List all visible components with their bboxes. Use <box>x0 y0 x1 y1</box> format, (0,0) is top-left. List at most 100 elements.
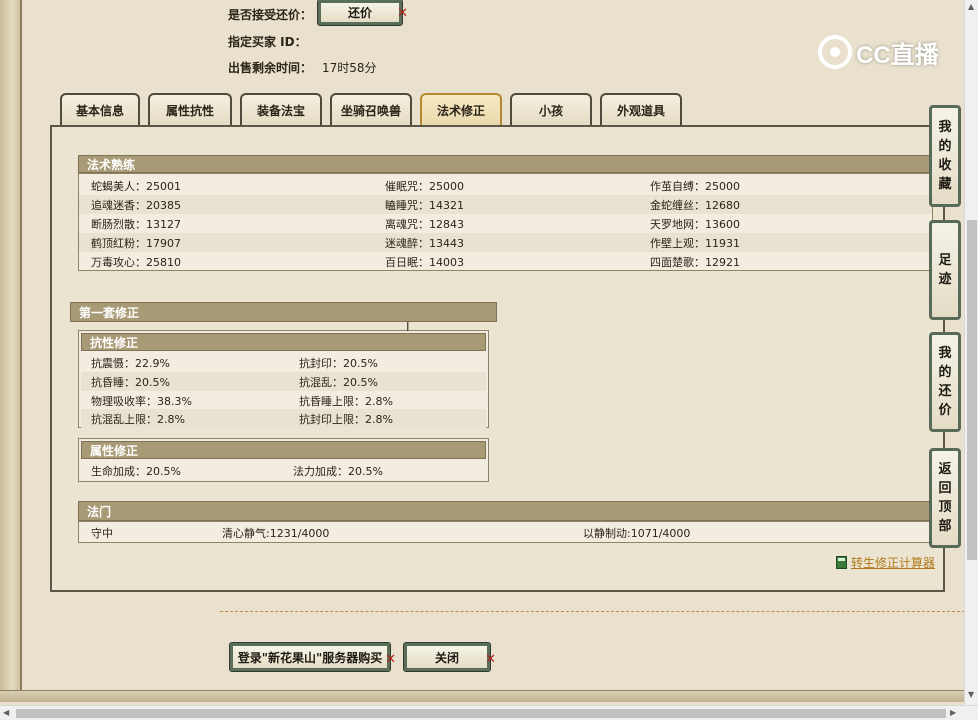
side-char: 还 <box>938 384 952 399</box>
side-char: 我 <box>938 120 952 135</box>
attribute-header: 属性修正 <box>81 441 486 459</box>
school-table: 守中 清心静气:1231/4000 以静制动:1071/4000 <box>78 521 933 543</box>
table-cell: 抗混乱上限：2.8% <box>91 412 185 426</box>
tab-equipment[interactable]: 装备法宝 <box>240 93 322 125</box>
table-cell: 抗混乱：20.5% <box>299 375 378 389</box>
table-cell: 法力加成：20.5% <box>293 464 383 478</box>
tab-mounts-pets[interactable]: 坐骑召唤兽 <box>330 93 412 125</box>
side-char: 足 <box>938 253 952 268</box>
spell-mastery-header: 法术熟练 <box>78 155 933 173</box>
close-button[interactable]: 关闭 ✕ <box>403 642 496 672</box>
tab-children[interactable]: 小孩 <box>510 93 592 125</box>
calculator-link-row: 转生修正计算器 <box>836 554 935 571</box>
side-char: 返 <box>938 462 952 477</box>
rebirth-calculator-link[interactable]: 转生修正计算器 <box>851 554 935 571</box>
close-x-icon: ✕ <box>397 6 408 21</box>
resistance-box: 抗性修正 抗震慑：22.9% 抗封印：20.5% 抗昏睡：20.5% 抗混乱：2… <box>78 330 489 428</box>
side-char: 回 <box>938 481 952 496</box>
table-row: 抗混乱上限：2.8% 抗封印上限：2.8% <box>81 409 486 428</box>
tab-appearance[interactable]: 外观道具 <box>600 93 682 125</box>
table-cell: 抗震慑：22.9% <box>91 356 170 370</box>
footprints-button[interactable]: 足 迹 <box>929 220 961 320</box>
back-to-top-button[interactable]: 返 回 顶 部 <box>929 448 961 548</box>
side-char: 顶 <box>938 500 952 515</box>
my-favorites-button[interactable]: 我 的 收 藏 <box>929 105 961 207</box>
side-char: 的 <box>938 365 952 380</box>
tab-basic-info[interactable]: 基本信息 <box>60 93 140 125</box>
remaining-time-label: 出售剩余时间： <box>228 61 313 75</box>
table-cell: 天罗地网：13600 <box>650 217 740 231</box>
tab-label: 小孩 <box>538 103 563 118</box>
accept-bargain-label: 是否接受还价： <box>228 8 313 22</box>
scroll-left-icon[interactable]: ◀ <box>3 708 9 717</box>
table-cell: 清心静气:1231/4000 <box>222 526 330 540</box>
scroll-up-icon[interactable]: ▲ <box>968 2 974 11</box>
horizontal-scroll-thumb[interactable] <box>16 709 946 718</box>
scroll-right-icon[interactable]: ▶ <box>950 708 956 717</box>
side-char: 价 <box>938 403 952 418</box>
buyer-id-label: 指定买家 ID： <box>228 35 307 49</box>
table-cell: 抗昏睡：20.5% <box>91 375 170 389</box>
school-header: 法门 <box>78 501 933 521</box>
cc-logo-icon <box>818 35 852 69</box>
tab-spell-correction[interactable]: 法术修正 <box>420 93 502 125</box>
cc-live-logo: CC直播 <box>818 32 939 72</box>
divider <box>220 611 965 612</box>
table-cell: 抗昏睡上限：2.8% <box>299 394 393 408</box>
table-row: 万毒攻心：25810 百日眠：14003 四面楚歌：12921 <box>79 252 932 271</box>
login-buy-button[interactable]: 登录"新花果山"服务器购买 ✕ <box>229 642 396 672</box>
table-row: 守中 清心静气:1231/4000 以静制动:1071/4000 <box>79 523 932 542</box>
table-cell: 生命加成：20.5% <box>91 464 181 478</box>
vertical-scrollbar[interactable]: ▲ ▼ <box>964 0 978 705</box>
my-bargain-button[interactable]: 我 的 还 价 <box>929 332 961 432</box>
table-cell: 抗封印上限：2.8% <box>299 412 393 426</box>
side-char: 收 <box>938 158 952 173</box>
tab-label: 装备法宝 <box>256 103 305 118</box>
left-decorative-frame <box>0 0 22 700</box>
close-x-icon: ✕ <box>485 652 496 667</box>
bargain-button[interactable]: 还价 ✕ <box>317 0 408 26</box>
login-buy-label: 登录"新花果山"服务器购买 <box>237 650 383 665</box>
table-cell: 迷魂醉：13443 <box>385 236 464 250</box>
table-cell: 断肠烈散：13127 <box>91 217 181 231</box>
close-label: 关闭 <box>434 650 459 665</box>
scroll-down-icon[interactable]: ▼ <box>968 690 974 699</box>
tab-label: 坐骑召唤兽 <box>340 103 401 118</box>
first-set-header: 第一套修正 <box>70 302 497 322</box>
table-row: 抗昏睡：20.5% 抗混乱：20.5% <box>81 372 486 391</box>
table-row: 鹤顶红粉：17907 迷魂醉：13443 作壁上观：11931 <box>79 233 932 252</box>
logo-text: CC直播 <box>856 41 939 69</box>
vertical-scroll-thumb[interactable] <box>967 220 977 560</box>
tab-label: 外观道具 <box>616 103 665 118</box>
table-row: 抗震慑：22.9% 抗封印：20.5% <box>81 353 486 372</box>
horizontal-scrollbar[interactable]: ◀ ▶ <box>0 705 978 720</box>
table-cell: 以静制动:1071/4000 <box>583 526 691 540</box>
table-cell: 作壁上观：11931 <box>650 236 740 250</box>
side-char: 的 <box>938 139 952 154</box>
table-row: 追魂迷香：20385 瞌睡咒：14321 金蛇缠丝：12680 <box>79 195 932 214</box>
table-cell: 蛇蝎美人：25001 <box>91 179 181 193</box>
table-row: 物理吸收率：38.3% 抗昏睡上限：2.8% <box>81 391 486 410</box>
table-row: 生命加成：20.5% 法力加成：20.5% <box>81 461 486 480</box>
tab-attributes[interactable]: 属性抗性 <box>148 93 232 125</box>
spell-mastery-table: 蛇蝎美人：25001 催眠咒：25000 作茧自缚：25000 追魂迷香：203… <box>78 173 933 271</box>
table-cell: 四面楚歌：12921 <box>650 255 740 269</box>
table-row: 蛇蝎美人：25001 催眠咒：25000 作茧自缚：25000 <box>79 176 932 195</box>
table-cell: 守中 <box>91 526 113 540</box>
side-char: 部 <box>938 519 952 534</box>
table-cell: 物理吸收率：38.3% <box>91 394 192 408</box>
remaining-time-value: 17时58分 <box>322 61 377 75</box>
table-cell: 离魂咒：12843 <box>385 217 464 231</box>
attribute-box: 属性修正 生命加成：20.5% 法力加成：20.5% <box>78 438 489 482</box>
tab-label: 法术修正 <box>436 103 485 118</box>
tab-label: 属性抗性 <box>165 103 214 118</box>
tab-label: 基本信息 <box>75 103 124 118</box>
table-cell: 金蛇缠丝：12680 <box>650 198 740 212</box>
calculator-icon <box>836 556 847 569</box>
bottom-decorative-frame <box>0 690 965 702</box>
resistance-header: 抗性修正 <box>81 333 486 351</box>
table-cell: 作茧自缚：25000 <box>650 179 740 193</box>
side-nav: 我 的 收 藏 足 迹 我 的 还 价 返 回 顶 部 <box>929 100 961 580</box>
text-cursor-icon: I <box>406 320 410 334</box>
remaining-time-row: 出售剩余时间： 17时58分 <box>228 59 377 76</box>
